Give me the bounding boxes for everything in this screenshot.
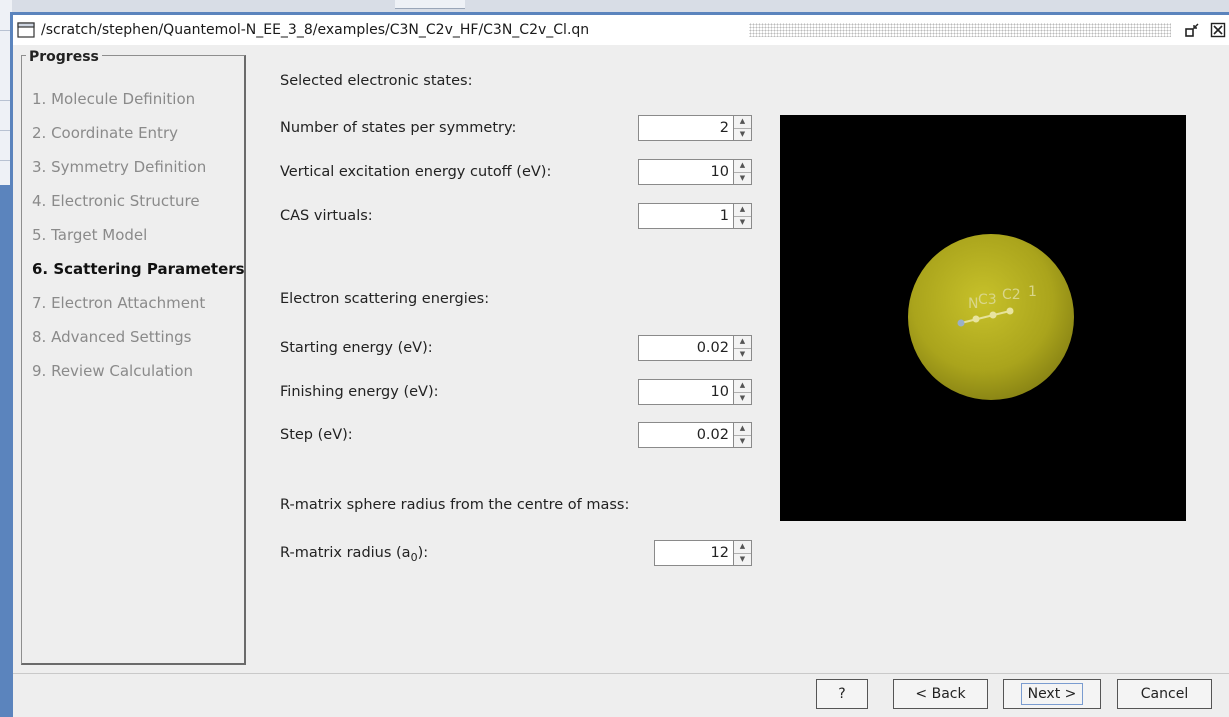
next-button[interactable]: Next > bbox=[1003, 679, 1101, 709]
spinner-arrows[interactable]: ▲ ▼ bbox=[734, 422, 752, 448]
rmatrix-radius-label-suffix: ): bbox=[417, 545, 429, 561]
title-bar[interactable]: /scratch/stephen/Quantemol-N_EE_3_8/exam… bbox=[13, 15, 1229, 45]
step-label: Step (eV): bbox=[280, 427, 353, 443]
states-per-symmetry-label: Number of states per symmetry: bbox=[280, 120, 517, 136]
step-field[interactable]: 0.02 bbox=[638, 422, 734, 448]
atom-label-c3: C3 bbox=[978, 292, 997, 308]
atom-c3 bbox=[972, 315, 980, 323]
molecule-3d-viewer[interactable]: N C3 C2 1 bbox=[780, 115, 1186, 521]
spinner-down-icon[interactable]: ▼ bbox=[734, 173, 751, 185]
electronic-states-heading: Selected electronic states: bbox=[280, 73, 473, 89]
step-spinner[interactable]: 0.02 ▲ ▼ bbox=[638, 422, 752, 448]
progress-step: 5. Target Model bbox=[32, 226, 148, 244]
progress-legend: Progress bbox=[26, 49, 102, 65]
progress-step: 8. Advanced Settings bbox=[32, 328, 192, 346]
rmatrix-radius-spinner[interactable]: 12 ▲ ▼ bbox=[654, 540, 752, 566]
cas-virtuals-label: CAS virtuals: bbox=[280, 208, 373, 224]
progress-step: 9. Review Calculation bbox=[32, 362, 194, 380]
scattering-energies-heading: Electron scattering energies: bbox=[280, 291, 490, 307]
spinner-up-icon[interactable]: ▲ bbox=[734, 160, 751, 173]
spinner-arrows[interactable]: ▲ ▼ bbox=[734, 203, 752, 229]
atom-n bbox=[957, 319, 965, 327]
rmatrix-radius-label-subscript: 0 bbox=[410, 550, 418, 564]
excitation-cutoff-label: Vertical excitation energy cutoff (eV): bbox=[280, 164, 552, 180]
window-icon bbox=[17, 22, 35, 38]
starting-energy-spinner[interactable]: 0.02 ▲ ▼ bbox=[638, 335, 752, 361]
rmatrix-radius-field[interactable]: 12 bbox=[654, 540, 734, 566]
excitation-cutoff-field[interactable]: 10 bbox=[638, 159, 734, 185]
wizard-window: /scratch/stephen/Quantemol-N_EE_3_8/exam… bbox=[10, 12, 1229, 717]
spinner-down-icon[interactable]: ▼ bbox=[734, 129, 751, 141]
spinner-up-icon[interactable]: ▲ bbox=[734, 541, 751, 554]
spinner-up-icon[interactable]: ▲ bbox=[734, 116, 751, 129]
help-button[interactable]: ? bbox=[816, 679, 868, 709]
progress-panel: Progress 1. Molecule Definition 2. Coord… bbox=[21, 49, 246, 665]
states-per-symmetry-spinner[interactable]: 2 ▲ ▼ bbox=[638, 115, 752, 141]
spinner-arrows[interactable]: ▲ ▼ bbox=[734, 379, 752, 405]
finishing-energy-spinner[interactable]: 10 ▲ ▼ bbox=[638, 379, 752, 405]
atom-c1 bbox=[1006, 307, 1014, 315]
atom-label-c1: 1 bbox=[1028, 284, 1037, 300]
wizard-content: Progress 1. Molecule Definition 2. Coord… bbox=[13, 45, 1229, 717]
progress-step: 1. Molecule Definition bbox=[32, 90, 196, 108]
rmatrix-radius-label: R-matrix radius (a0): bbox=[280, 545, 428, 564]
spinner-arrows[interactable]: ▲ ▼ bbox=[734, 335, 752, 361]
cancel-button[interactable]: Cancel bbox=[1117, 679, 1212, 709]
states-per-symmetry-field[interactable]: 2 bbox=[638, 115, 734, 141]
finishing-energy-field[interactable]: 10 bbox=[638, 379, 734, 405]
starting-energy-field[interactable]: 0.02 bbox=[638, 335, 734, 361]
progress-step-current: 6. Scattering Parameters bbox=[32, 260, 245, 278]
spinner-arrows[interactable]: ▲ ▼ bbox=[734, 540, 752, 566]
window-title: /scratch/stephen/Quantemol-N_EE_3_8/exam… bbox=[41, 22, 590, 38]
atom-label-c2: C2 bbox=[1002, 287, 1021, 303]
title-bar-grip bbox=[749, 23, 1171, 37]
spinner-up-icon[interactable]: ▲ bbox=[734, 204, 751, 217]
back-button[interactable]: < Back bbox=[893, 679, 988, 709]
starting-energy-label: Starting energy (eV): bbox=[280, 340, 433, 356]
spinner-arrows[interactable]: ▲ ▼ bbox=[734, 115, 752, 141]
progress-step: 7. Electron Attachment bbox=[32, 294, 206, 312]
cas-virtuals-field[interactable]: 1 bbox=[638, 203, 734, 229]
next-button-label: Next > bbox=[1020, 683, 1084, 705]
spinner-down-icon[interactable]: ▼ bbox=[734, 436, 751, 448]
minimize-icon[interactable] bbox=[1183, 21, 1201, 39]
spinner-arrows[interactable]: ▲ ▼ bbox=[734, 159, 752, 185]
spinner-down-icon[interactable]: ▼ bbox=[734, 393, 751, 405]
atom-label-n: N bbox=[968, 296, 978, 312]
progress-step: 2. Coordinate Entry bbox=[32, 124, 178, 142]
excitation-cutoff-spinner[interactable]: 10 ▲ ▼ bbox=[638, 159, 752, 185]
finishing-energy-label: Finishing energy (eV): bbox=[280, 384, 439, 400]
spinner-down-icon[interactable]: ▼ bbox=[734, 554, 751, 566]
progress-steps: 1. Molecule Definition 2. Coordinate Ent… bbox=[32, 82, 245, 388]
spinner-down-icon[interactable]: ▼ bbox=[734, 349, 751, 361]
close-icon[interactable] bbox=[1209, 21, 1227, 39]
spinner-up-icon[interactable]: ▲ bbox=[734, 380, 751, 393]
spinner-up-icon[interactable]: ▲ bbox=[734, 423, 751, 436]
spinner-down-icon[interactable]: ▼ bbox=[734, 217, 751, 229]
background-toolbar-edge bbox=[395, 0, 465, 9]
progress-step: 4. Electronic Structure bbox=[32, 192, 200, 210]
atom-c2 bbox=[989, 311, 997, 319]
rmatrix-heading: R-matrix sphere radius from the centre o… bbox=[280, 497, 630, 513]
progress-step: 3. Symmetry Definition bbox=[32, 158, 207, 176]
spinner-up-icon[interactable]: ▲ bbox=[734, 336, 751, 349]
cas-virtuals-spinner[interactable]: 1 ▲ ▼ bbox=[638, 203, 752, 229]
button-bar-separator bbox=[13, 673, 1229, 674]
molecule-render: N C3 C2 1 bbox=[908, 234, 1074, 400]
rmatrix-radius-label-prefix: R-matrix radius (a bbox=[280, 545, 411, 561]
